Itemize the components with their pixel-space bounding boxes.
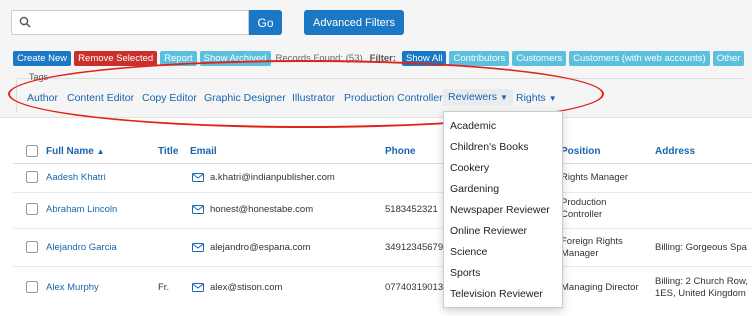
filter-contributors[interactable]: Contributors <box>449 51 510 66</box>
row-position: Foreign Rights Manager <box>561 236 623 259</box>
row-divider <box>13 192 752 193</box>
filter-other[interactable]: Other <box>712 51 745 66</box>
row-phone: 5183452321 <box>385 204 438 215</box>
filter-customers-web[interactable]: Customers (with web accounts) <box>569 51 710 66</box>
tag-content-editor[interactable]: Content Editor <box>67 92 134 104</box>
row-position: Rights Manager <box>561 172 629 183</box>
envelope-icon <box>192 205 204 214</box>
row-email[interactable]: alex@stison.com <box>192 282 282 293</box>
tag-production-controller[interactable]: Production Controller <box>344 92 443 104</box>
row-checkbox[interactable] <box>26 203 38 215</box>
column-address[interactable]: Address <box>655 146 695 157</box>
filter-label: Filter: <box>369 53 397 64</box>
row-checkbox[interactable] <box>26 241 38 253</box>
tag-copy-editor[interactable]: Copy Editor <box>142 92 197 104</box>
row-name-link[interactable]: Aadesh Khatri <box>46 172 106 183</box>
dropdown-item-academic[interactable]: Academic <box>444 116 562 137</box>
row-position: Managing Director <box>561 282 639 293</box>
show-archived-button[interactable]: Show Archived <box>199 51 271 66</box>
row-position: Production Controller <box>561 197 607 220</box>
row-email-text: honest@honestabe.com <box>210 204 314 215</box>
advanced-filters-button[interactable]: Advanced Filters <box>304 10 404 35</box>
row-email[interactable]: honest@honestabe.com <box>192 204 313 215</box>
column-email[interactable]: Email <box>190 146 217 157</box>
row-phone: 07740319013 <box>385 282 444 293</box>
tag-graphic-designer[interactable]: Graphic Designer <box>204 92 286 104</box>
select-all-checkbox[interactable] <box>26 145 38 157</box>
column-title[interactable]: Title <box>158 146 178 157</box>
row-name-link[interactable]: Abraham Lincoln <box>46 204 117 215</box>
row-name-link[interactable]: Alejandro Garcia <box>46 242 117 253</box>
row-checkbox[interactable] <box>26 171 38 183</box>
filter-customers[interactable]: Customers <box>512 51 567 66</box>
row-email[interactable]: a.khatri@indianpublisher.com <box>192 172 335 183</box>
column-full-name[interactable]: Full Name ▲ <box>46 146 105 157</box>
dropdown-item-newspaper-reviewer[interactable]: Newspaper Reviewer <box>444 200 562 221</box>
row-email-text: a.khatri@indianpublisher.com <box>210 172 335 183</box>
dropdown-item-cookery[interactable]: Cookery <box>444 158 562 179</box>
dropdown-item-gardening[interactable]: Gardening <box>444 179 562 200</box>
row-divider <box>13 228 752 229</box>
row-email[interactable]: alejandro@espana.com <box>192 242 310 253</box>
column-phone[interactable]: Phone <box>385 146 416 157</box>
dropdown-item-science[interactable]: Science <box>444 242 562 263</box>
row-phone: 34912345679 <box>385 242 444 253</box>
envelope-icon <box>192 283 204 292</box>
caret-down-icon: ▼ <box>500 93 508 102</box>
records-found-count: Records Found: (53) <box>275 53 363 64</box>
tag-illustrator[interactable]: Illustrator <box>292 92 335 104</box>
tag-reviewers-label: Reviewers <box>448 91 498 103</box>
dropdown-item-online-reviewer[interactable]: Online Reviewer <box>444 221 562 242</box>
row-name-link[interactable]: Alex Murphy <box>46 282 99 293</box>
tags-legend: Tags <box>29 72 49 82</box>
search-box[interactable] <box>11 10 249 35</box>
tag-author[interactable]: Author <box>27 92 58 104</box>
go-button[interactable]: Go <box>249 10 282 35</box>
tag-reviewers[interactable]: Reviewers ▼ <box>443 89 513 106</box>
dropdown-item-television-reviewer[interactable]: Television Reviewer <box>444 284 562 305</box>
column-position[interactable]: Position <box>561 146 600 157</box>
row-email-text: alejandro@espana.com <box>210 242 311 253</box>
sort-asc-icon: ▲ <box>96 147 105 156</box>
dropdown-item-childrens-books[interactable]: Children's Books <box>444 137 562 158</box>
row-title: Fr. <box>158 282 170 293</box>
search-input[interactable] <box>36 11 246 34</box>
row-checkbox[interactable] <box>26 281 38 293</box>
header-divider <box>13 163 752 164</box>
remove-selected-button[interactable]: Remove Selected <box>74 51 158 66</box>
create-new-button[interactable]: Create New <box>13 51 72 66</box>
report-button[interactable]: Report <box>160 51 197 66</box>
tag-rights[interactable]: Rights ▼ <box>516 92 557 104</box>
row-address: Billing: 2 Church Row, 1ES, United Kingd… <box>655 276 748 299</box>
dropdown-item-sports[interactable]: Sports <box>444 263 562 284</box>
envelope-icon <box>192 243 204 252</box>
row-divider <box>13 266 752 267</box>
tag-rights-label: Rights <box>516 92 546 104</box>
filter-show-all[interactable]: Show All <box>402 51 447 66</box>
row-address: Billing: Gorgeous Spa <box>655 242 747 253</box>
envelope-icon <box>192 173 204 182</box>
action-bar: Create New Remove Selected Report Show A… <box>13 51 747 66</box>
caret-down-icon: ▼ <box>548 94 557 103</box>
row-email-text: alex@stison.com <box>210 282 283 293</box>
column-full-name-label: Full Name <box>46 146 94 157</box>
search-icon <box>19 16 31 31</box>
reviewers-dropdown-menu: Academic Children's Books Cookery Garden… <box>443 111 563 308</box>
